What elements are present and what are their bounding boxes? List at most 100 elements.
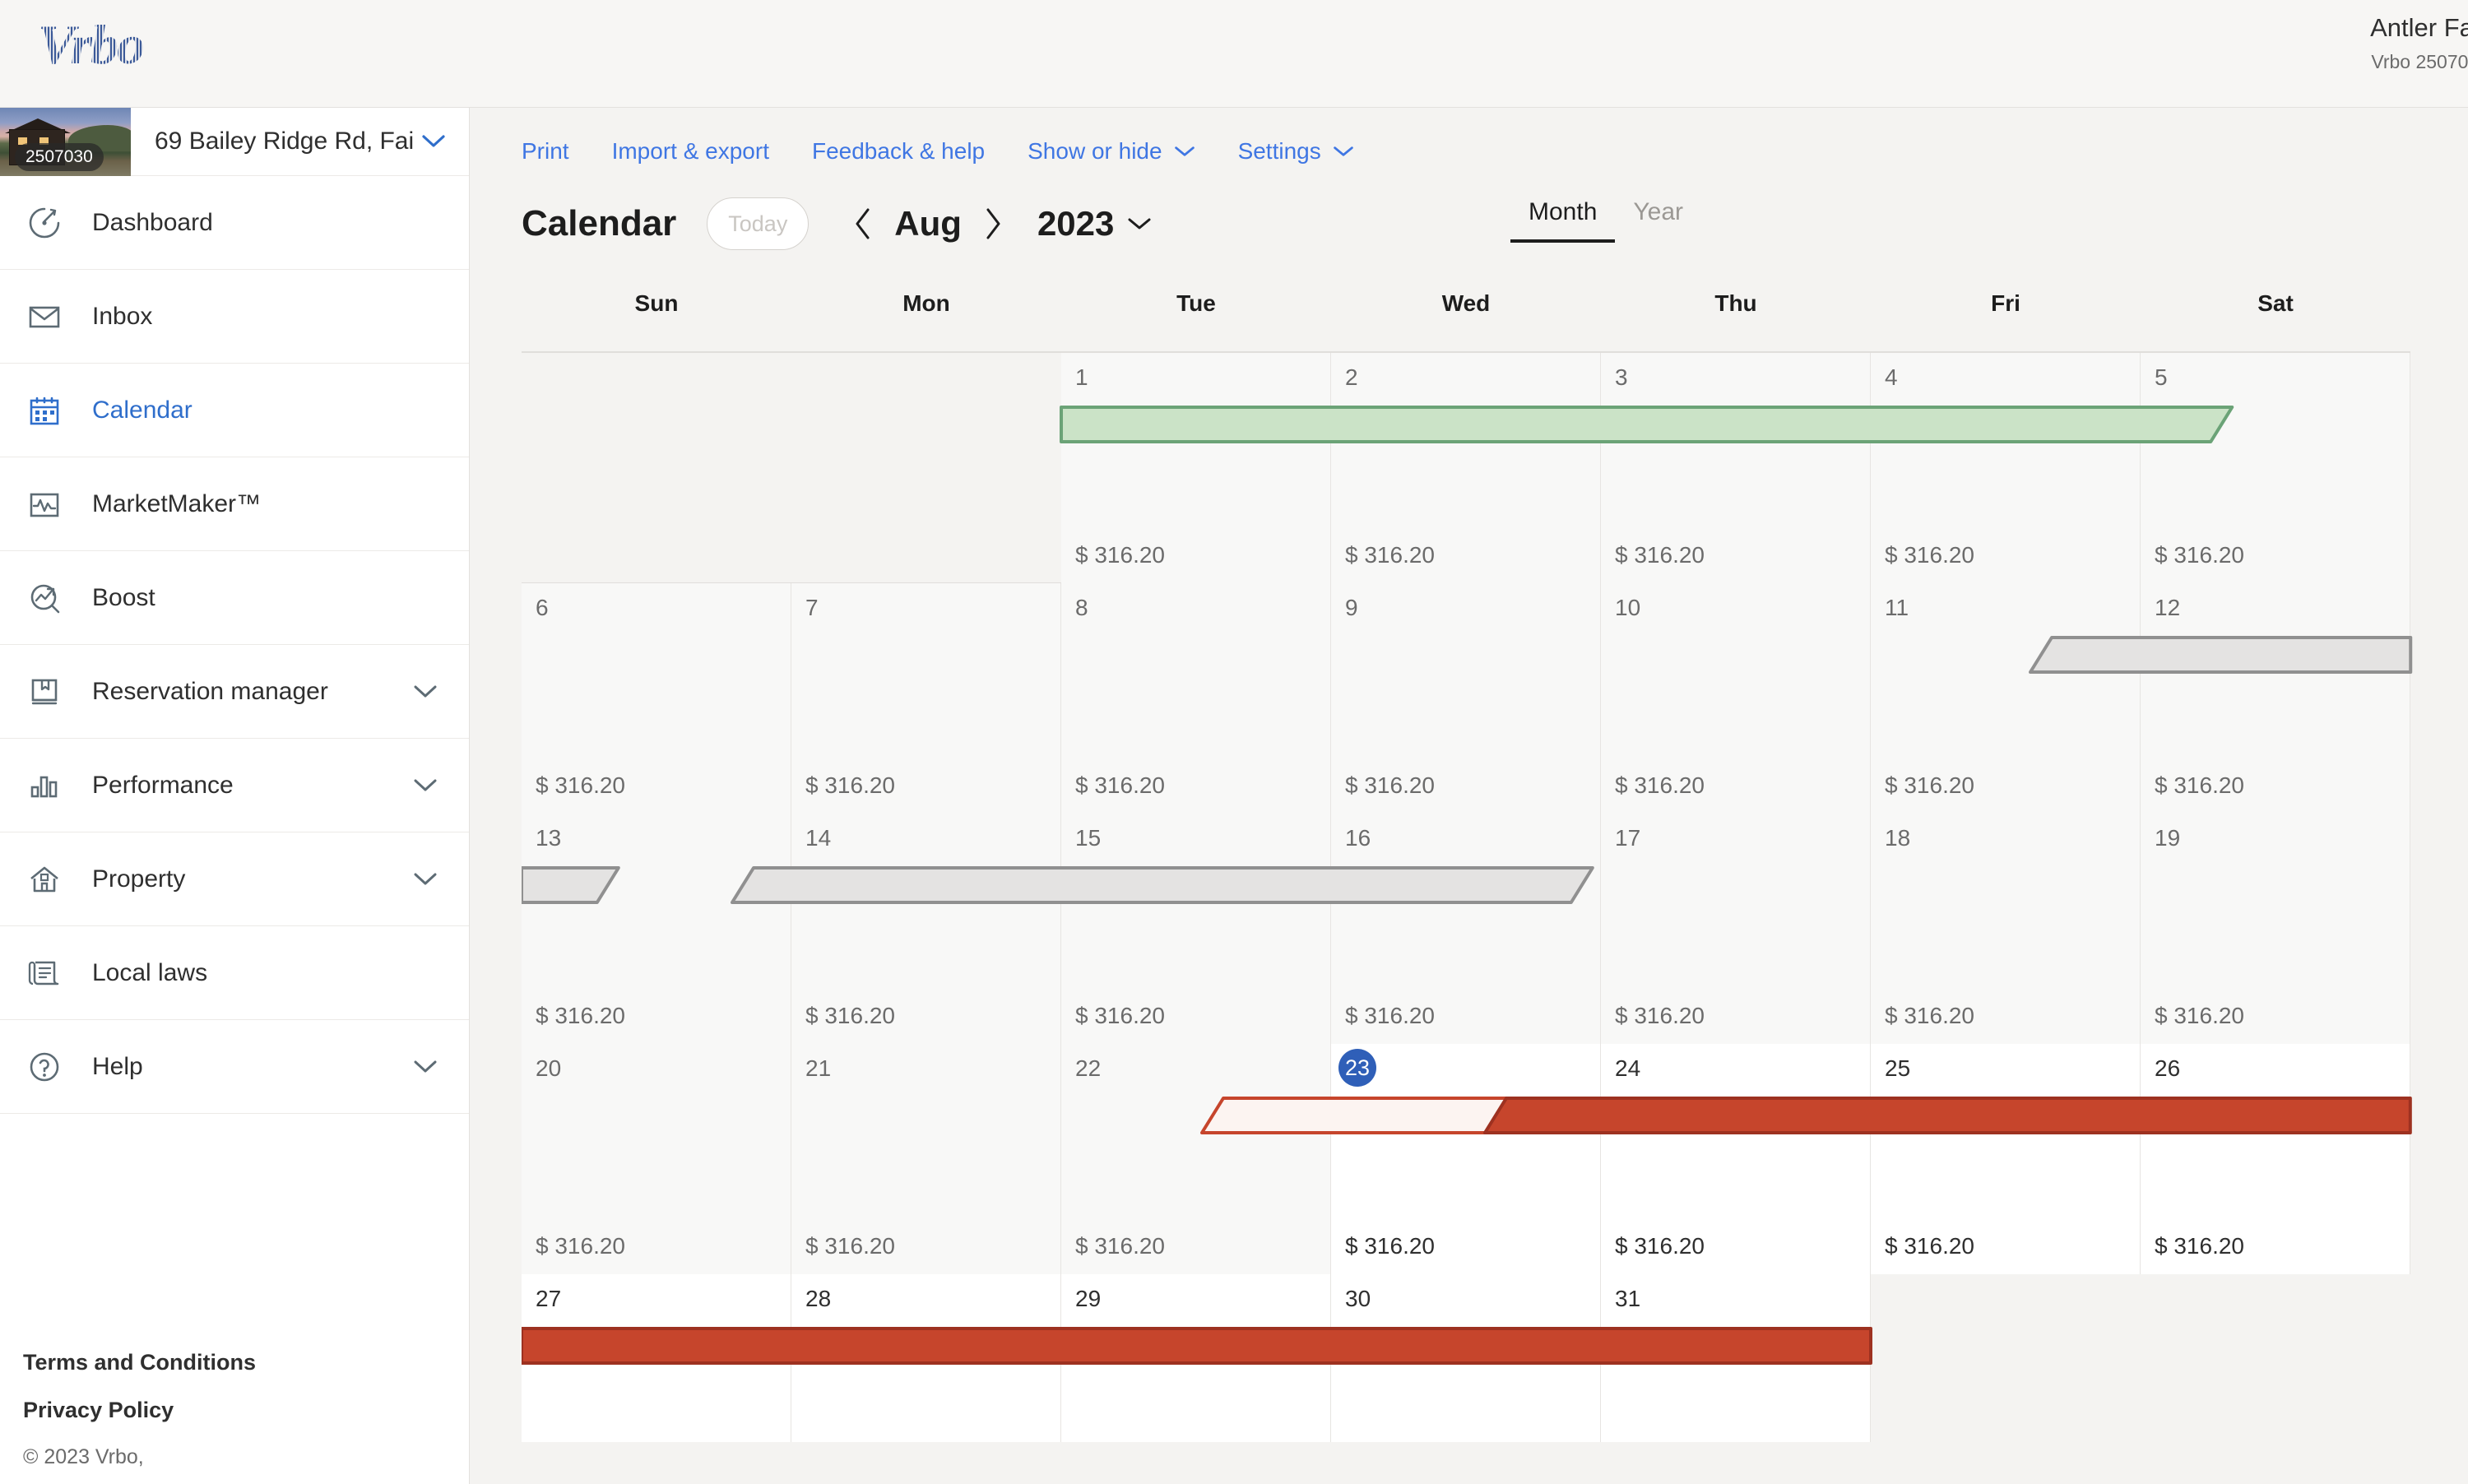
sidebar-item-reservation-manager[interactable]: Reservation manager	[0, 645, 469, 739]
calendar-day-cell-8[interactable]: 8$ 316.20	[1061, 583, 1331, 814]
sidebar-item-boost[interactable]: Boost	[0, 551, 469, 645]
tab-year[interactable]: Year	[1615, 198, 1701, 239]
calendar-day-cell-22[interactable]: 22$ 316.20	[1061, 1044, 1331, 1274]
day-price[interactable]: $ 316.20	[2155, 542, 2244, 568]
sidebar-item-calendar[interactable]: Calendar	[0, 364, 469, 457]
calendar-day-cell-9[interactable]: 9$ 316.20	[1331, 583, 1601, 814]
day-price[interactable]: $ 316.20	[1345, 772, 1435, 799]
calendar-day-cell-24[interactable]: 24$ 316.20	[1601, 1044, 1871, 1274]
booking-bar-red-solid[interactable]	[1485, 1097, 2410, 1134]
sidebar-item-label: Inbox	[69, 303, 152, 331]
day-price[interactable]: $ 316.20	[1345, 1003, 1435, 1029]
day-price[interactable]: $ 316.20	[1885, 542, 1974, 568]
feedback-help-action[interactable]: Feedback & help	[812, 138, 985, 165]
day-price[interactable]: $ 316.20	[1615, 772, 1705, 799]
day-price[interactable]: $ 316.20	[1345, 1233, 1435, 1259]
chevron-down-icon[interactable]	[413, 872, 438, 887]
day-number: 6	[536, 595, 549, 621]
booking-bar-grey[interactable]	[522, 866, 619, 904]
import-export-action-label: Import & export	[612, 138, 769, 165]
day-price[interactable]: $ 316.20	[805, 1233, 895, 1259]
day-number: 14	[805, 825, 831, 851]
day-of-week-sat: Sat	[2141, 290, 2410, 317]
day-price[interactable]: $ 316.20	[536, 1233, 625, 1259]
day-price[interactable]: $ 316.20	[2155, 772, 2244, 799]
day-price[interactable]: $ 316.20	[1615, 542, 1705, 568]
calendar-day-cell-10[interactable]: 10 $ 316.20	[1601, 583, 1871, 814]
calendar-grid-wrapper: SunMonTueWedThuFriSat 1$ 316.202$ 316.20…	[522, 290, 2468, 1442]
calendar-day-cell-16[interactable]: 16$ 316.20	[1331, 814, 1601, 1044]
calendar-day-cell-1[interactable]: 1 $ 316.20	[1061, 353, 1331, 583]
calendar-day-cell-17[interactable]: 17$ 316.20	[1601, 814, 1871, 1044]
day-price[interactable]: $ 316.20	[1615, 1233, 1705, 1259]
booking-bar-grey[interactable]	[732, 866, 1593, 904]
calendar-day-cell-21[interactable]: 21$ 316.20	[791, 1044, 1061, 1274]
day-price[interactable]: $ 316.20	[1075, 1233, 1165, 1259]
current-year-label: 2023	[1037, 204, 1114, 243]
chevron-down-icon[interactable]	[413, 778, 438, 793]
day-number: 10	[1615, 595, 1640, 621]
day-price[interactable]: $ 316.20	[805, 772, 895, 799]
tab-month[interactable]: Month	[1510, 198, 1615, 243]
calendar-day-cell-14[interactable]: 14 $ 316.20	[791, 814, 1061, 1044]
today-button[interactable]: Today	[707, 197, 809, 250]
calendar-day-cell-4[interactable]: 4$ 316.20	[1871, 353, 2141, 583]
booking-bar-green[interactable]	[1061, 406, 2232, 443]
show-or-hide-action[interactable]: Show or hide	[1028, 138, 1195, 165]
year-selector[interactable]: 2023	[1037, 204, 1152, 243]
day-price[interactable]: $ 316.20	[1345, 542, 1435, 568]
calendar-day-cell-6[interactable]: 6 $ 316.20	[522, 583, 791, 814]
book-bookmark-icon	[20, 667, 69, 716]
prev-month-button[interactable]	[840, 201, 886, 247]
calendar-day-cell-18[interactable]: 18$ 316.20	[1871, 814, 2141, 1044]
sidebar-item-inbox[interactable]: Inbox	[0, 270, 469, 364]
calendar-day-cell-3[interactable]: 3$ 316.20	[1601, 353, 1871, 583]
booking-bar-grey[interactable]	[2030, 636, 2410, 674]
calendar-day-cell-26[interactable]: 26$ 316.20	[2141, 1044, 2410, 1274]
day-number: 1	[1075, 364, 1088, 391]
calendar-cell-empty	[1871, 1274, 2141, 1442]
day-price[interactable]: $ 316.20	[1615, 1003, 1705, 1029]
vrbo-logo[interactable]: Vrbo	[38, 16, 143, 72]
print-action[interactable]: Print	[522, 138, 569, 165]
calendar-day-cell-19[interactable]: 19$ 316.20	[2141, 814, 2410, 1044]
calendar-day-cell-2[interactable]: 2$ 316.20	[1331, 353, 1601, 583]
day-price[interactable]: $ 316.20	[2155, 1003, 2244, 1029]
day-price[interactable]: $ 316.20	[536, 772, 625, 799]
day-price[interactable]: $ 316.20	[2155, 1233, 2244, 1259]
calendar-day-cell-7[interactable]: 7$ 316.20	[791, 583, 1061, 814]
terms-and-conditions-link[interactable]: Terms and Conditions	[23, 1350, 434, 1375]
sidebar-item-marketmaker[interactable]: MarketMaker™	[0, 457, 469, 551]
chevron-down-icon[interactable]	[415, 134, 469, 149]
day-price[interactable]: $ 316.20	[1075, 772, 1165, 799]
import-export-action[interactable]: Import & export	[612, 138, 769, 165]
sidebar-item-local-laws[interactable]: Local laws	[0, 926, 469, 1020]
sidebar-item-property[interactable]: Property	[0, 832, 469, 926]
sidebar-item-dashboard[interactable]: Dashboard	[0, 176, 469, 270]
day-price[interactable]: $ 316.20	[1075, 1003, 1165, 1029]
calendar-day-cell-12[interactable]: 12$ 316.20	[2141, 583, 2410, 814]
sidebar-item-performance[interactable]: Performance	[0, 739, 469, 832]
calendar-day-cell-25[interactable]: 25$ 316.20	[1871, 1044, 2141, 1274]
calendar-day-cell-20[interactable]: 20$ 316.20	[522, 1044, 791, 1274]
day-price[interactable]: $ 316.20	[536, 1003, 625, 1029]
booking-bar-red-solid[interactable]	[522, 1327, 1871, 1365]
calendar-day-cell-15[interactable]: 15$ 316.20	[1061, 814, 1331, 1044]
day-price[interactable]: $ 316.20	[1075, 542, 1165, 568]
calendar-day-cell-5[interactable]: 5$ 316.20	[2141, 353, 2410, 583]
day-price[interactable]: $ 316.20	[1885, 1233, 1974, 1259]
calendar-day-cell-23[interactable]: 23$ 316.20	[1331, 1044, 1601, 1274]
privacy-policy-link[interactable]: Privacy Policy	[23, 1398, 434, 1423]
settings-action[interactable]: Settings	[1238, 138, 1354, 165]
copyright-text: © 2023 Vrbo,	[23, 1445, 434, 1469]
calendar-day-cell-13[interactable]: 13$ 316.20	[522, 814, 791, 1044]
calendar-day-cell-11[interactable]: 11$ 316.20	[1871, 583, 2141, 814]
day-price[interactable]: $ 316.20	[1885, 772, 1974, 799]
day-price[interactable]: $ 316.20	[1885, 1003, 1974, 1029]
chevron-down-icon[interactable]	[413, 684, 438, 699]
property-selector[interactable]: 2507030 69 Bailey Ridge Rd, Fai	[0, 108, 469, 176]
day-price[interactable]: $ 316.20	[805, 1003, 895, 1029]
sidebar-item-help[interactable]: Help	[0, 1020, 469, 1114]
chevron-down-icon[interactable]	[413, 1060, 438, 1074]
next-month-button[interactable]	[970, 201, 1016, 247]
